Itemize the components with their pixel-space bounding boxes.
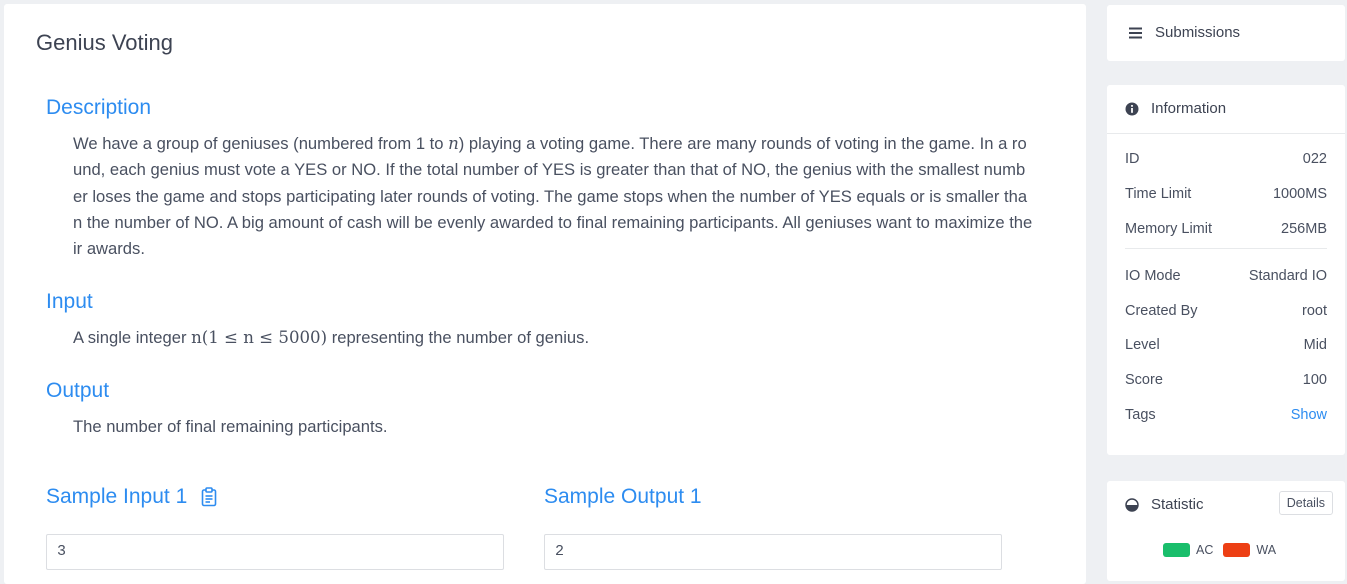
list-icon xyxy=(1129,26,1143,40)
statistic-legend: AC WA xyxy=(1163,543,1286,557)
sample-input-heading: Sample Input 1 xyxy=(46,485,217,509)
information-card: Information ID 022 Time Limit 1000MS Mem… xyxy=(1107,85,1345,455)
info-value: 256MB xyxy=(1281,221,1327,237)
info-circle-icon xyxy=(1125,102,1139,116)
description-text: We have a group of geniuses (numbered fr… xyxy=(73,131,1033,262)
info-value: root xyxy=(1302,303,1327,319)
info-value: 100 xyxy=(1302,372,1327,388)
pie-chart-icon xyxy=(1125,497,1139,512)
tags-show-link[interactable]: Show xyxy=(1291,407,1327,423)
legend-label: WA xyxy=(1256,543,1277,557)
legend-swatch-wa xyxy=(1223,543,1251,557)
statistic-header: Statistic xyxy=(1125,496,1204,513)
info-label: Created By xyxy=(1125,303,1198,319)
info-label: Memory Limit xyxy=(1125,221,1213,237)
problem-title: Genius Voting xyxy=(36,30,173,55)
info-label: ID xyxy=(1125,151,1140,167)
input-heading: Input xyxy=(46,290,93,313)
info-value: 022 xyxy=(1302,151,1327,167)
divider xyxy=(1125,248,1327,249)
information-header: Information xyxy=(1125,100,1226,117)
description-heading: Description xyxy=(46,96,152,119)
sample-output-heading: Sample Output 1 xyxy=(544,485,702,508)
statistic-card: Statistic Details AC WA xyxy=(1107,481,1345,581)
input-text-part: representing the number of genius. xyxy=(327,328,590,347)
info-row-time-limit: Time Limit 1000MS xyxy=(1125,186,1327,202)
divider xyxy=(1107,133,1345,134)
output-heading: Output xyxy=(46,379,110,402)
info-row-score: Score 100 xyxy=(1125,372,1327,388)
info-row-memory-limit: Memory Limit 256MB xyxy=(1125,221,1327,237)
legend-label: AC xyxy=(1196,543,1214,557)
info-value: 1000MS xyxy=(1272,186,1327,202)
sample-input-box[interactable]: 3 xyxy=(46,534,504,570)
submissions-card[interactable]: Submissions xyxy=(1107,5,1345,61)
legend-swatch-ac xyxy=(1163,543,1190,557)
sample-input-heading-label: Sample Input 1 xyxy=(46,485,188,508)
information-label: Information xyxy=(1151,100,1227,117)
info-row-io-mode: IO Mode Standard IO xyxy=(1125,268,1327,284)
problem-panel: Genius Voting Description We have a grou… xyxy=(4,4,1086,584)
legend-item-ac[interactable]: AC xyxy=(1163,543,1213,557)
info-value: Mid xyxy=(1303,337,1327,353)
description-text-part: We have a group of geniuses (numbered fr… xyxy=(73,134,449,153)
legend-item-wa[interactable]: WA xyxy=(1223,543,1276,557)
info-label: Time Limit xyxy=(1125,186,1192,202)
math-n: n xyxy=(448,134,459,153)
clipboard-icon[interactable] xyxy=(201,487,217,507)
info-row-level: Level Mid xyxy=(1125,337,1327,353)
info-label: IO Mode xyxy=(1125,268,1181,284)
input-text: A single integer n(1 ≤ n ≤ 5000) represe… xyxy=(73,325,1033,351)
details-button[interactable]: Details xyxy=(1278,491,1333,515)
statistic-label: Statistic xyxy=(1151,496,1204,513)
info-label: Tags xyxy=(1125,407,1156,423)
submissions-header[interactable]: Submissions xyxy=(1129,24,1240,41)
info-row-created-by: Created By root xyxy=(1125,303,1327,319)
info-value: Standard IO xyxy=(1248,268,1327,284)
info-row-id: ID 022 xyxy=(1125,151,1327,167)
sample-output-box[interactable]: 2 xyxy=(544,534,1002,570)
submissions-label: Submissions xyxy=(1155,24,1241,41)
info-row-tags: Tags Show xyxy=(1125,407,1327,423)
info-label: Score xyxy=(1125,372,1163,388)
input-math: n(1 ≤ n ≤ 5000) xyxy=(191,328,328,347)
output-text: The number of final remaining participan… xyxy=(73,417,388,436)
info-label: Level xyxy=(1125,337,1160,353)
input-text-part: A single integer xyxy=(73,328,192,347)
